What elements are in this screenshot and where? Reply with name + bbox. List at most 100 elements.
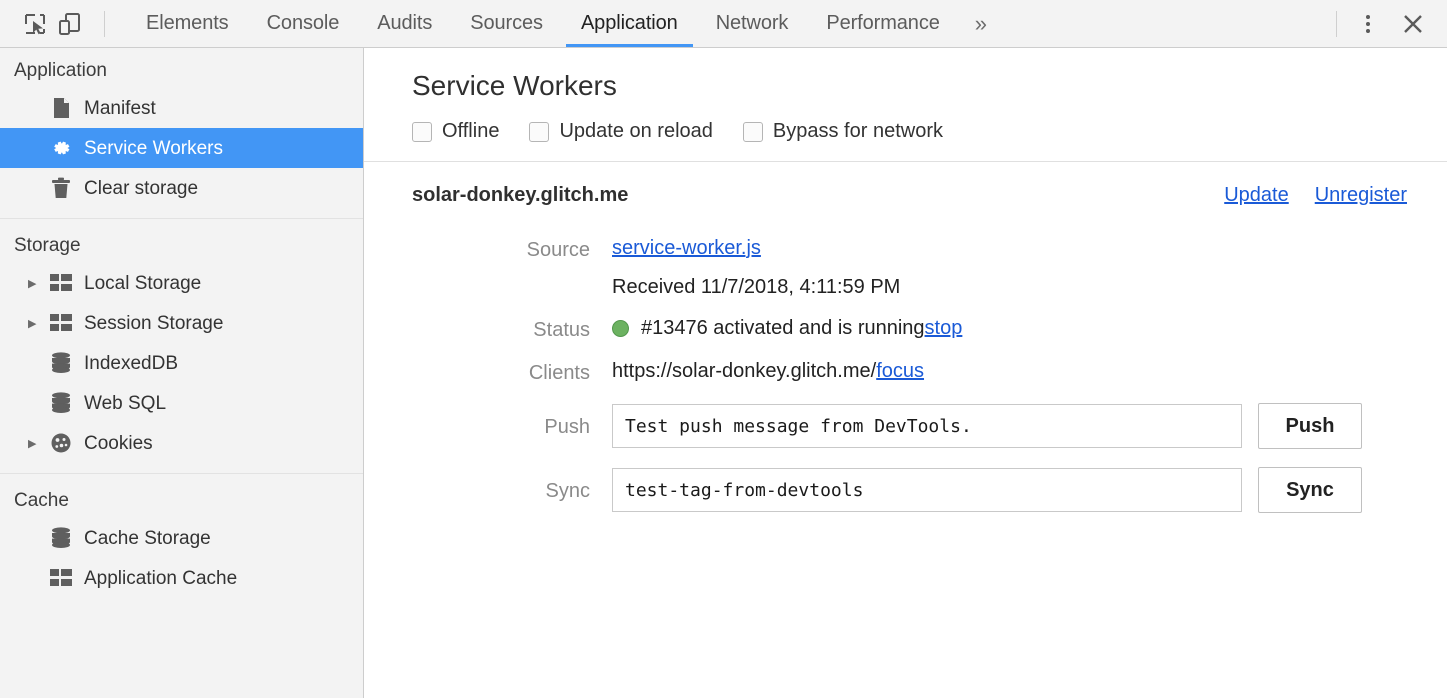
focus-button[interactable]: focus <box>876 360 924 383</box>
tab-console[interactable]: Console <box>248 0 359 47</box>
table-grid-icon <box>48 314 74 332</box>
application-sidebar: Application ▶ Manifest ▶ <box>0 48 364 698</box>
checkbox-box[interactable] <box>412 122 432 142</box>
sidebar-item-label: Session Storage <box>84 314 223 333</box>
clients-label: Clients <box>412 360 612 385</box>
sync-button[interactable]: Sync <box>1258 467 1362 513</box>
sidebar-item-service-workers[interactable]: ▶ Service Workers <box>0 128 363 168</box>
bypass-for-network-checkbox[interactable]: Bypass for network <box>743 120 943 143</box>
unregister-button[interactable]: Unregister <box>1315 184 1407 207</box>
update-button[interactable]: Update <box>1224 184 1289 207</box>
device-toolbar-icon[interactable] <box>52 9 86 39</box>
sidebar-item-cookies[interactable]: ▶ Cookies <box>0 423 363 463</box>
tab-label: Network <box>716 12 789 35</box>
source-value: service-worker.js Received 11/7/2018, 4:… <box>612 237 900 299</box>
registration-header: solar-donkey.glitch.me Update Unregister <box>412 184 1407 207</box>
status-row: Status #13476 activated and is running s… <box>412 317 1407 342</box>
clients-row: Clients https://solar-donkey.glitch.me/ … <box>412 360 1407 385</box>
sidebar-item-label: Clear storage <box>84 179 198 198</box>
checkbox-box[interactable] <box>743 122 763 142</box>
push-label: Push <box>412 414 612 439</box>
sidebar-item-label: Service Workers <box>84 139 223 158</box>
cookie-icon <box>48 432 74 454</box>
sidebar-item-web-sql[interactable]: ▶ Web SQL <box>0 383 363 423</box>
sidebar-item-manifest[interactable]: ▶ Manifest <box>0 88 363 128</box>
checkbox-label: Update on reload <box>559 120 712 143</box>
service-worker-registration: solar-donkey.glitch.me Update Unregister… <box>364 162 1447 513</box>
tab-performance[interactable]: Performance <box>807 0 958 47</box>
tab-label: Console <box>267 12 340 35</box>
sidebar-section-application: Application ▶ Manifest ▶ <box>0 52 363 218</box>
database-icon <box>48 352 74 374</box>
sidebar-item-label: Cookies <box>84 434 153 453</box>
source-row: Source service-worker.js Received 11/7/2… <box>412 237 1407 299</box>
sync-tag-input[interactable] <box>612 468 1242 512</box>
database-icon <box>48 527 74 549</box>
checkbox-label: Offline <box>442 120 499 143</box>
disclosure-triangle-icon[interactable]: ▶ <box>28 277 46 290</box>
registration-origin: solar-donkey.glitch.me <box>412 184 628 207</box>
devtools-toolbar: Elements Console Audits Sources Applicat… <box>0 0 1447 48</box>
panel-header: Service Workers Offline Update on reload… <box>364 48 1447 161</box>
sidebar-item-cache-storage[interactable]: ▶ Cache Storage <box>0 518 363 558</box>
registration-details: Source service-worker.js Received 11/7/2… <box>412 237 1407 513</box>
update-on-reload-checkbox[interactable]: Update on reload <box>529 120 712 143</box>
tab-network[interactable]: Network <box>697 0 808 47</box>
sync-label: Sync <box>412 478 612 503</box>
inspect-element-icon[interactable] <box>18 9 52 39</box>
sidebar-item-label: Local Storage <box>84 274 201 293</box>
sidebar-item-application-cache[interactable]: ▶ Application Cache <box>0 558 363 598</box>
tab-label: Elements <box>146 12 229 35</box>
tab-label: Performance <box>826 12 939 35</box>
sidebar-section-title: Cache <box>0 482 363 518</box>
sidebar-item-session-storage[interactable]: ▶ Session Storage <box>0 303 363 343</box>
database-icon <box>48 392 74 414</box>
chevron-double-right-icon: » <box>975 11 987 37</box>
tab-label: Audits <box>377 12 432 35</box>
sidebar-item-clear-storage[interactable]: ▶ Clear storage <box>0 168 363 208</box>
trash-icon <box>48 177 74 199</box>
close-icon[interactable] <box>1393 4 1433 44</box>
tab-elements[interactable]: Elements <box>127 0 248 47</box>
sidebar-item-label: Application Cache <box>84 569 237 588</box>
table-grid-icon <box>48 569 74 587</box>
tab-sources[interactable]: Sources <box>451 0 562 47</box>
client-url: https://solar-donkey.glitch.me/ <box>612 360 876 383</box>
push-button[interactable]: Push <box>1258 403 1362 449</box>
checkbox-label: Bypass for network <box>773 120 943 143</box>
stop-button[interactable]: stop <box>925 317 963 340</box>
sidebar-item-indexeddb[interactable]: ▶ IndexedDB <box>0 343 363 383</box>
tabs-overflow-button[interactable]: » <box>959 0 1003 47</box>
status-badge <box>612 320 629 337</box>
source-label: Source <box>412 237 612 262</box>
panel-tabs: Elements Console Audits Sources Applicat… <box>127 0 1003 47</box>
toolbar-divider <box>104 11 105 37</box>
sync-row: Sync Sync <box>412 467 1407 513</box>
push-message-input[interactable] <box>612 404 1242 448</box>
clients-value: https://solar-donkey.glitch.me/ focus <box>612 360 924 383</box>
sidebar-item-label: Cache Storage <box>84 529 211 548</box>
checkbox-box[interactable] <box>529 122 549 142</box>
sidebar-item-label: Manifest <box>84 99 156 118</box>
status-text: #13476 activated and is running <box>641 317 925 340</box>
table-grid-icon <box>48 274 74 292</box>
disclosure-triangle-icon[interactable]: ▶ <box>28 317 46 330</box>
sidebar-item-label: Web SQL <box>84 394 166 413</box>
offline-checkbox[interactable]: Offline <box>412 120 499 143</box>
tab-label: Application <box>581 12 678 35</box>
registration-actions: Update Unregister <box>1224 184 1407 207</box>
source-file-link[interactable]: service-worker.js <box>612 237 761 259</box>
tab-audits[interactable]: Audits <box>358 0 451 47</box>
disclosure-triangle-icon[interactable]: ▶ <box>28 437 46 450</box>
service-worker-options: Offline Update on reload Bypass for netw… <box>412 120 1447 161</box>
tab-application[interactable]: Application <box>562 0 697 47</box>
sidebar-section-title: Application <box>0 52 363 88</box>
source-received-text: Received 11/7/2018, 4:11:59 PM <box>612 276 900 299</box>
manifest-document-icon <box>48 97 74 119</box>
toolbar-divider-right <box>1336 11 1337 37</box>
sidebar-section-title: Storage <box>0 227 363 263</box>
gear-icon <box>48 137 74 159</box>
devtools-window: Elements Console Audits Sources Applicat… <box>0 0 1447 698</box>
sidebar-item-local-storage[interactable]: ▶ Local Storage <box>0 263 363 303</box>
more-vertical-icon[interactable] <box>1351 7 1385 41</box>
